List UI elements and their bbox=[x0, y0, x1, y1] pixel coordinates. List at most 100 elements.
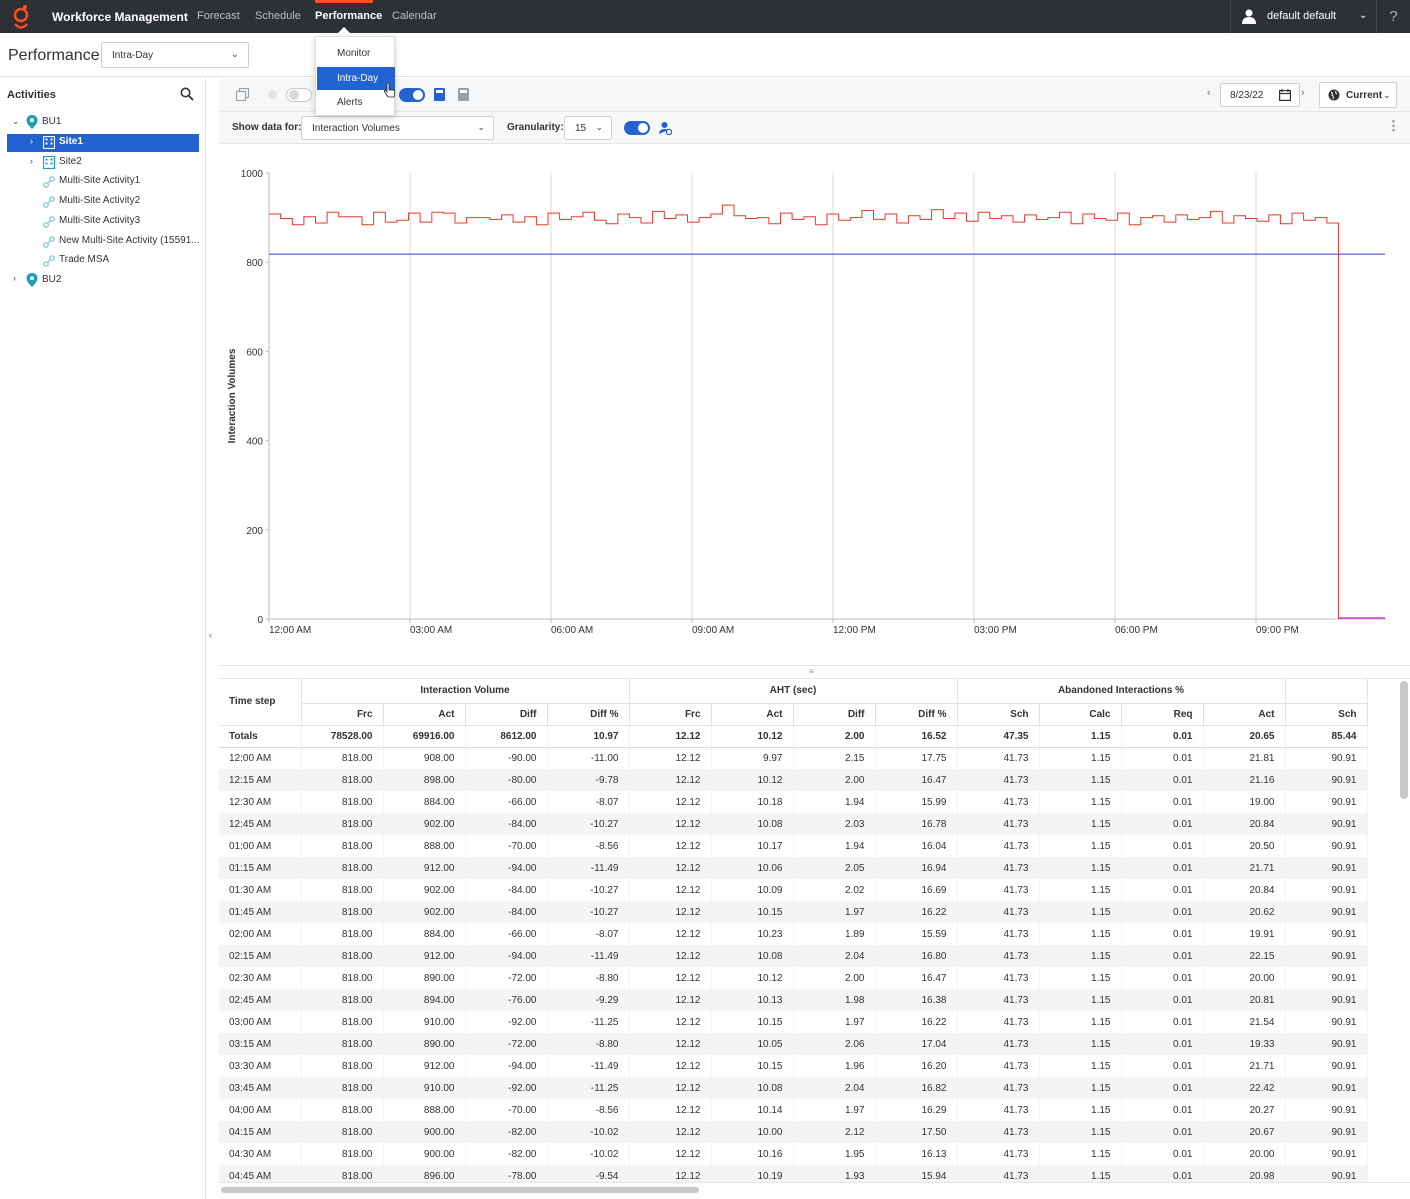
chevron-right-icon[interactable]: › bbox=[30, 136, 33, 146]
totals-cell: 47.35 bbox=[957, 725, 1040, 748]
table-row[interactable]: 01:15 AM 818.00 912.00 -94.00 -11.49 12.12 10.… bbox=[219, 857, 1368, 879]
table-row[interactable]: 03:45 AM 818.00 910.00 -92.00 -11.25 12.12 10.… bbox=[219, 1077, 1368, 1099]
tree-item-multi-site-activity1[interactable]: Multi-Site Activity1 bbox=[59, 172, 140, 190]
table-cell: -11.25 bbox=[547, 1077, 630, 1099]
table-cell: 12.12 bbox=[629, 813, 712, 835]
table-row[interactable]: 01:30 AM 818.00 902.00 -84.00 -10.27 12.12 10.… bbox=[219, 879, 1368, 901]
table-row[interactable]: 02:30 AM 818.00 890.00 -72.00 -8.80 12.12 10.1… bbox=[219, 967, 1368, 989]
table-row[interactable]: 03:30 AM 818.00 912.00 -94.00 -11.49 12.12 10.… bbox=[219, 1055, 1368, 1077]
menu-item-monitor[interactable]: Monitor bbox=[317, 42, 395, 65]
granularity-select[interactable]: 15 ⌄ bbox=[564, 116, 612, 140]
table-cell: 10.15 bbox=[711, 1055, 794, 1077]
table-row[interactable]: 04:30 AM 818.00 900.00 -82.00 -10.02 12.12 10.… bbox=[219, 1143, 1368, 1165]
user-menu[interactable]: default default ⌄ bbox=[1230, 0, 1376, 33]
column-header[interactable]: Act bbox=[383, 703, 466, 726]
column-header[interactable]: Calc bbox=[1039, 703, 1122, 726]
column-header[interactable]: Frc bbox=[301, 703, 384, 726]
nav-calendar[interactable]: Calendar bbox=[392, 10, 437, 22]
toggle-off[interactable] bbox=[286, 88, 312, 102]
vertical-scrollbar[interactable] bbox=[1400, 681, 1408, 799]
chevron-down-icon: ⌄ bbox=[1383, 90, 1391, 100]
column-header[interactable]: Diff % bbox=[875, 703, 958, 726]
view-select[interactable]: Intra-Day ⌄ bbox=[101, 42, 249, 68]
chevron-right-icon[interactable]: › bbox=[13, 273, 16, 283]
table-cell: 894.00 bbox=[383, 989, 466, 1011]
collapse-sidebar-icon[interactable]: ‹ bbox=[209, 630, 212, 640]
show-data-for-select[interactable]: Interaction Volumes ⌄ bbox=[301, 116, 494, 140]
column-header[interactable]: Act bbox=[1203, 703, 1286, 726]
table-cell: -84.00 bbox=[465, 901, 548, 923]
tree-item-multi-site-activity2[interactable]: Multi-Site Activity2 bbox=[59, 192, 140, 210]
user-settings-icon[interactable] bbox=[659, 121, 672, 135]
table-row[interactable]: 01:45 AM 818.00 902.00 -84.00 -10.27 12.12 10.… bbox=[219, 901, 1368, 923]
tree-item-site1[interactable]: Site1 bbox=[59, 133, 83, 151]
table-cell: 0.01 bbox=[1121, 1077, 1204, 1099]
table-row[interactable]: 03:00 AM 818.00 910.00 -92.00 -11.25 12.12 10.… bbox=[219, 1011, 1368, 1033]
column-header-time-step[interactable]: Time step bbox=[219, 679, 302, 726]
totals-cell: 85.44 bbox=[1285, 725, 1368, 748]
column-header[interactable]: Diff bbox=[465, 703, 548, 726]
table-cell: 1.15 bbox=[1039, 1077, 1122, 1099]
column-header[interactable]: Diff bbox=[793, 703, 876, 726]
tree-item-site1-row[interactable] bbox=[7, 134, 199, 152]
table-row[interactable]: 12:45 AM 818.00 902.00 -84.00 -10.27 12.12 10.… bbox=[219, 813, 1368, 835]
table-row[interactable]: 12:00 AM 818.00 908.00 -90.00 -11.00 12.12 9.9… bbox=[219, 747, 1368, 769]
table-row[interactable]: 01:00 AM 818.00 888.00 -70.00 -8.56 12.12 10.1… bbox=[219, 835, 1368, 857]
table-row[interactable]: 04:15 AM 818.00 900.00 -82.00 -10.02 12.12 10.… bbox=[219, 1121, 1368, 1143]
time-step-cell: 01:15 AM bbox=[219, 857, 302, 879]
tree-item-multi-site-activity3[interactable]: Multi-Site Activity3 bbox=[59, 212, 140, 230]
calculator-icon[interactable] bbox=[434, 88, 445, 101]
nav-schedule[interactable]: Schedule bbox=[255, 10, 301, 22]
tree-item-bu2[interactable]: BU2 bbox=[42, 271, 61, 289]
timezone-select[interactable]: Current ⌄ bbox=[1319, 82, 1397, 108]
column-header[interactable]: Act bbox=[711, 703, 794, 726]
chevron-right-icon[interactable]: › bbox=[1301, 87, 1305, 99]
toggle-on[interactable] bbox=[624, 121, 650, 135]
table-row[interactable]: 04:00 AM 818.00 888.00 -70.00 -8.56 12.12 10.1… bbox=[219, 1099, 1368, 1121]
table-cell: 10.23 bbox=[711, 923, 794, 945]
toggle-on[interactable] bbox=[399, 88, 425, 102]
column-header[interactable]: Diff % bbox=[547, 703, 630, 726]
table-cell: 41.73 bbox=[957, 747, 1040, 769]
table-cell: -10.27 bbox=[547, 901, 630, 923]
column-header[interactable]: Sch bbox=[1285, 703, 1368, 726]
record-icon[interactable] bbox=[267, 89, 278, 100]
x-tick-label: 09:00 AM bbox=[692, 625, 734, 636]
table-cell: 1.15 bbox=[1039, 1143, 1122, 1165]
more-options-icon[interactable]: ⋮ bbox=[1387, 118, 1400, 134]
tree-item-bu1[interactable]: BU1 bbox=[42, 113, 61, 131]
x-tick-label: 06:00 AM bbox=[551, 625, 593, 636]
table-cell: 1.94 bbox=[793, 835, 876, 857]
tree-item-site2[interactable]: Site2 bbox=[59, 153, 82, 171]
table-cell: 12.12 bbox=[629, 1077, 712, 1099]
horizontal-scrollbar[interactable] bbox=[221, 1187, 699, 1193]
table-row[interactable]: 02:45 AM 818.00 894.00 -76.00 -9.29 12.12 10.1… bbox=[219, 989, 1368, 1011]
table-row[interactable]: 12:30 AM 818.00 884.00 -66.00 -8.07 12.12 10.1… bbox=[219, 791, 1368, 813]
help-button[interactable]: ? bbox=[1376, 0, 1410, 33]
chevron-down-icon[interactable]: ⌄ bbox=[12, 116, 20, 127]
table-row[interactable]: 12:15 AM 818.00 898.00 -80.00 -9.78 12.12 10.1… bbox=[219, 769, 1368, 791]
column-header[interactable]: Frc bbox=[629, 703, 712, 726]
time-step-cell: 02:00 AM bbox=[219, 923, 302, 945]
column-header[interactable]: Sch bbox=[957, 703, 1040, 726]
nav-forecast[interactable]: Forecast bbox=[197, 10, 240, 22]
table-row[interactable]: 03:15 AM 818.00 890.00 -72.00 -8.80 12.12 10.0… bbox=[219, 1033, 1368, 1055]
table-cell: 90.91 bbox=[1285, 857, 1368, 879]
pane-splitter[interactable]: ≡ bbox=[219, 665, 1410, 679]
table-row[interactable]: 02:15 AM 818.00 912.00 -94.00 -11.49 12.12 10.… bbox=[219, 945, 1368, 967]
nav-performance[interactable]: Performance bbox=[315, 10, 382, 22]
table-cell: 1.94 bbox=[793, 791, 876, 813]
table-cell: 902.00 bbox=[383, 879, 466, 901]
column-header[interactable]: Req bbox=[1121, 703, 1204, 726]
table-cell: 0.01 bbox=[1121, 857, 1204, 879]
table-cell: 818.00 bbox=[301, 857, 384, 879]
date-picker[interactable]: 8/23/22 bbox=[1220, 83, 1300, 107]
chevron-right-icon[interactable]: › bbox=[30, 156, 33, 166]
chevron-left-icon[interactable]: ‹ bbox=[1207, 87, 1211, 99]
table-row[interactable]: 02:00 AM 818.00 884.00 -66.00 -8.07 12.12 10.2… bbox=[219, 923, 1368, 945]
search-icon[interactable] bbox=[180, 87, 194, 101]
tree-item-new-multi-site-activity[interactable]: New Multi-Site Activity (15591... bbox=[59, 232, 199, 250]
copy-icon[interactable] bbox=[236, 88, 249, 101]
tree-item-trade-msa[interactable]: Trade MSA bbox=[59, 251, 109, 269]
report-icon[interactable] bbox=[458, 88, 469, 101]
